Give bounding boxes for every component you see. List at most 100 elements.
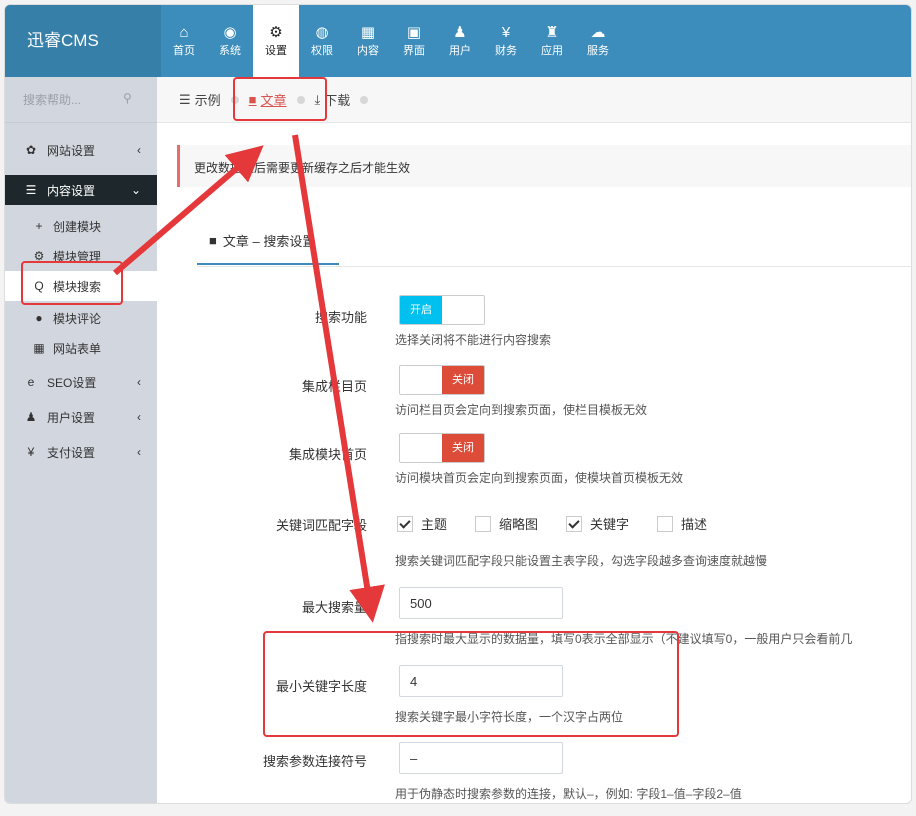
topnav-item-1[interactable]: ◉ 系统 [207, 5, 253, 77]
toggle-off: 关闭 [442, 366, 484, 394]
cloud-icon: ☁ [590, 24, 606, 41]
highlight-box-min-keyword [263, 631, 679, 737]
sidebar-item-label: 网站表单 [53, 341, 102, 356]
checkbox[interactable] [475, 515, 492, 532]
max-results-label: 最大搜索量 [301, 600, 367, 615]
topnav-item-8[interactable]: ♜ 应用 [529, 5, 575, 77]
sidebar-search[interactable]: 搜索帮助... ⚲ [5, 77, 157, 123]
highlight-box-article-tab [233, 77, 327, 121]
chevron-left-icon: ‹ [137, 410, 141, 424]
notice-box: 更改数据之后需要更新缓存之后才能生效 [177, 145, 911, 187]
merge-category-toggle[interactable]: 关闭 [399, 365, 485, 395]
chevron-left-icon: ‹ [137, 445, 141, 459]
gear-icon: ✿ [25, 143, 37, 157]
topnav-item-4[interactable]: ▦ 内容 [345, 5, 391, 77]
globe-icon: ◉ [223, 24, 237, 41]
user-circle-icon: ◍ [315, 24, 329, 41]
search-input[interactable]: 搜索帮助... [23, 91, 81, 108]
topnav-label: 内容 [357, 45, 379, 57]
grid-icon: ▦ [360, 24, 376, 41]
merge-module-index-toggle[interactable]: 关闭 [399, 433, 485, 463]
topnav-item-6[interactable]: ♟ 用户 [437, 5, 483, 77]
param-separator-input[interactable]: – [399, 742, 563, 774]
sidebar-item-7[interactable]: e SEO设置 ‹ [5, 367, 157, 397]
search-enable-label: 搜索功能 [314, 310, 367, 325]
search-icon[interactable]: ⚲ [123, 91, 132, 105]
list-icon: ☰ [25, 183, 37, 197]
ie-icon: e [27, 375, 35, 389]
search-enable-toggle[interactable]: 开启 [399, 295, 485, 325]
home-icon: ⌂ [179, 24, 189, 41]
notice-text: 更改数据之后需要更新缓存之后才能生效 [194, 161, 411, 175]
topnav-label: 用户 [449, 45, 471, 57]
topnav-label: 服务 [587, 45, 609, 57]
keyword-fields-label: 关键词匹配字段 [275, 518, 367, 533]
user-icon: ♟ [25, 410, 37, 424]
param-separator-label: 搜索参数连接符号 [262, 754, 367, 769]
sidebar-item-label: 支付设置 [47, 445, 96, 460]
sidebar-item-5[interactable]: ● 模块评论 [5, 303, 157, 333]
chevron-left-icon: ‹ [137, 143, 141, 157]
sidebar-item-9[interactable]: ¥ 支付设置 ‹ [5, 437, 157, 467]
yen-icon: ¥ [27, 445, 35, 459]
highlight-box-module-search [21, 261, 123, 305]
merge-module-index-label: 集成模块首页 [288, 447, 367, 462]
tab-label: 下载 [324, 93, 351, 108]
list-icon: ☰ [179, 91, 191, 107]
logo[interactable]: 迅睿CMS [5, 5, 161, 77]
comments-icon: ● [35, 311, 43, 325]
checkbox[interactable] [397, 515, 413, 532]
param-separator-help: 用于伪静态时搜索参数的连接，默认–，例如: 字段1–值–字段2–值 [395, 787, 742, 801]
tab-0[interactable]: ☰ 示例 [179, 90, 221, 109]
sidebar: 搜索帮助... ⚲ ✿ 网站设置 ‹ ☰ 内容设置 ⌄ + 创建模块 ⚙ 模块管理 Q 模块搜索 ● 模块… [5, 77, 157, 803]
tab-label: 示例 [194, 93, 221, 108]
topnav-item-0[interactable]: ⌂ 首页 [161, 5, 207, 77]
checkbox-label: 缩略图 [499, 517, 539, 532]
sidebar-item-0[interactable]: ✿ 网站设置 ‹ [5, 135, 157, 165]
keyword-fields-group: 主题 缩略图 关键字 描述 [397, 514, 735, 533]
html5-icon: ▣ [406, 24, 422, 41]
merge-category-label: 集成栏目页 [301, 379, 367, 394]
user-icon: ♟ [453, 24, 467, 41]
tab-search-settings[interactable]: ■ 文章 – 搜索设置 [197, 217, 339, 265]
sidebar-item-label: 模块评论 [53, 311, 102, 326]
checkbox-label: 关键字 [590, 517, 630, 532]
sitemap-icon: ♜ [545, 24, 559, 41]
table-icon: ▦ [33, 341, 45, 355]
checkbox-label: 主题 [421, 517, 448, 532]
sidebar-item-label: 内容设置 [47, 183, 96, 198]
top-bar: 迅睿CMS ⌂ 首页 ◉ 系统 ⚙ 设置 ◍ 权限 ▦ 内容 ▣ 界面 ♟ 用户 ¥ 财务 ♜ 应用 ☁ 服务 [5, 5, 911, 77]
sidebar-item-2[interactable]: + 创建模块 [5, 211, 157, 241]
checkbox[interactable] [566, 515, 583, 532]
topnav-item-3[interactable]: ◍ 权限 [299, 5, 345, 77]
topnav-label: 权限 [311, 45, 333, 57]
topnav-label: 首页 [173, 45, 195, 57]
topnav-item-9[interactable]: ☁ 服务 [575, 5, 621, 77]
cogs-icon: ⚙ [269, 24, 283, 41]
plus-icon: + [35, 219, 43, 233]
sidebar-item-8[interactable]: ♟ 用户设置 ‹ [5, 402, 157, 432]
merge-category-help: 访问栏目页会定向到搜索页面，使栏目模板无效 [395, 403, 648, 417]
topnav-item-2[interactable]: ⚙ 设置 [253, 5, 299, 77]
topnav-label: 设置 [265, 45, 287, 57]
top-nav: ⌂ 首页 ◉ 系统 ⚙ 设置 ◍ 权限 ▦ 内容 ▣ 界面 ♟ 用户 ¥ 财务 ♜ 应用 ☁ 服务 [161, 5, 621, 77]
toggle-off: 关闭 [442, 434, 484, 462]
sidebar-item-label: 创建模块 [53, 219, 102, 234]
sidebar-item-label: SEO设置 [47, 375, 97, 390]
chevron-down-icon: ⌄ [130, 183, 141, 197]
sidebar-item-1[interactable]: ☰ 内容设置 ⌄ [5, 175, 157, 205]
keyword-fields-help: 搜索关键词匹配字段只能设置主表字段，勾选字段越多查询速度就越慢 [395, 554, 768, 568]
topnav-label: 系统 [219, 45, 241, 57]
app-window: 迅睿CMS ⌂ 首页 ◉ 系统 ⚙ 设置 ◍ 权限 ▦ 内容 ▣ 界面 ♟ 用户 ¥ 财务 ♜ 应用 ☁ 服务 搜索帮… [4, 4, 912, 804]
sidebar-item-label: 网站设置 [47, 143, 96, 158]
topnav-item-7[interactable]: ¥ 财务 [483, 5, 529, 77]
checkbox[interactable] [657, 515, 674, 532]
max-results-input[interactable]: 500 [399, 587, 563, 619]
topnav-label: 应用 [541, 45, 563, 57]
divider [197, 266, 911, 267]
yen-icon: ¥ [501, 24, 511, 41]
topnav-item-5[interactable]: ▣ 界面 [391, 5, 437, 77]
sidebar-item-6[interactable]: ▦ 网站表单 [5, 333, 157, 363]
separator-dot [360, 95, 369, 104]
toggle-on: 开启 [400, 296, 442, 324]
